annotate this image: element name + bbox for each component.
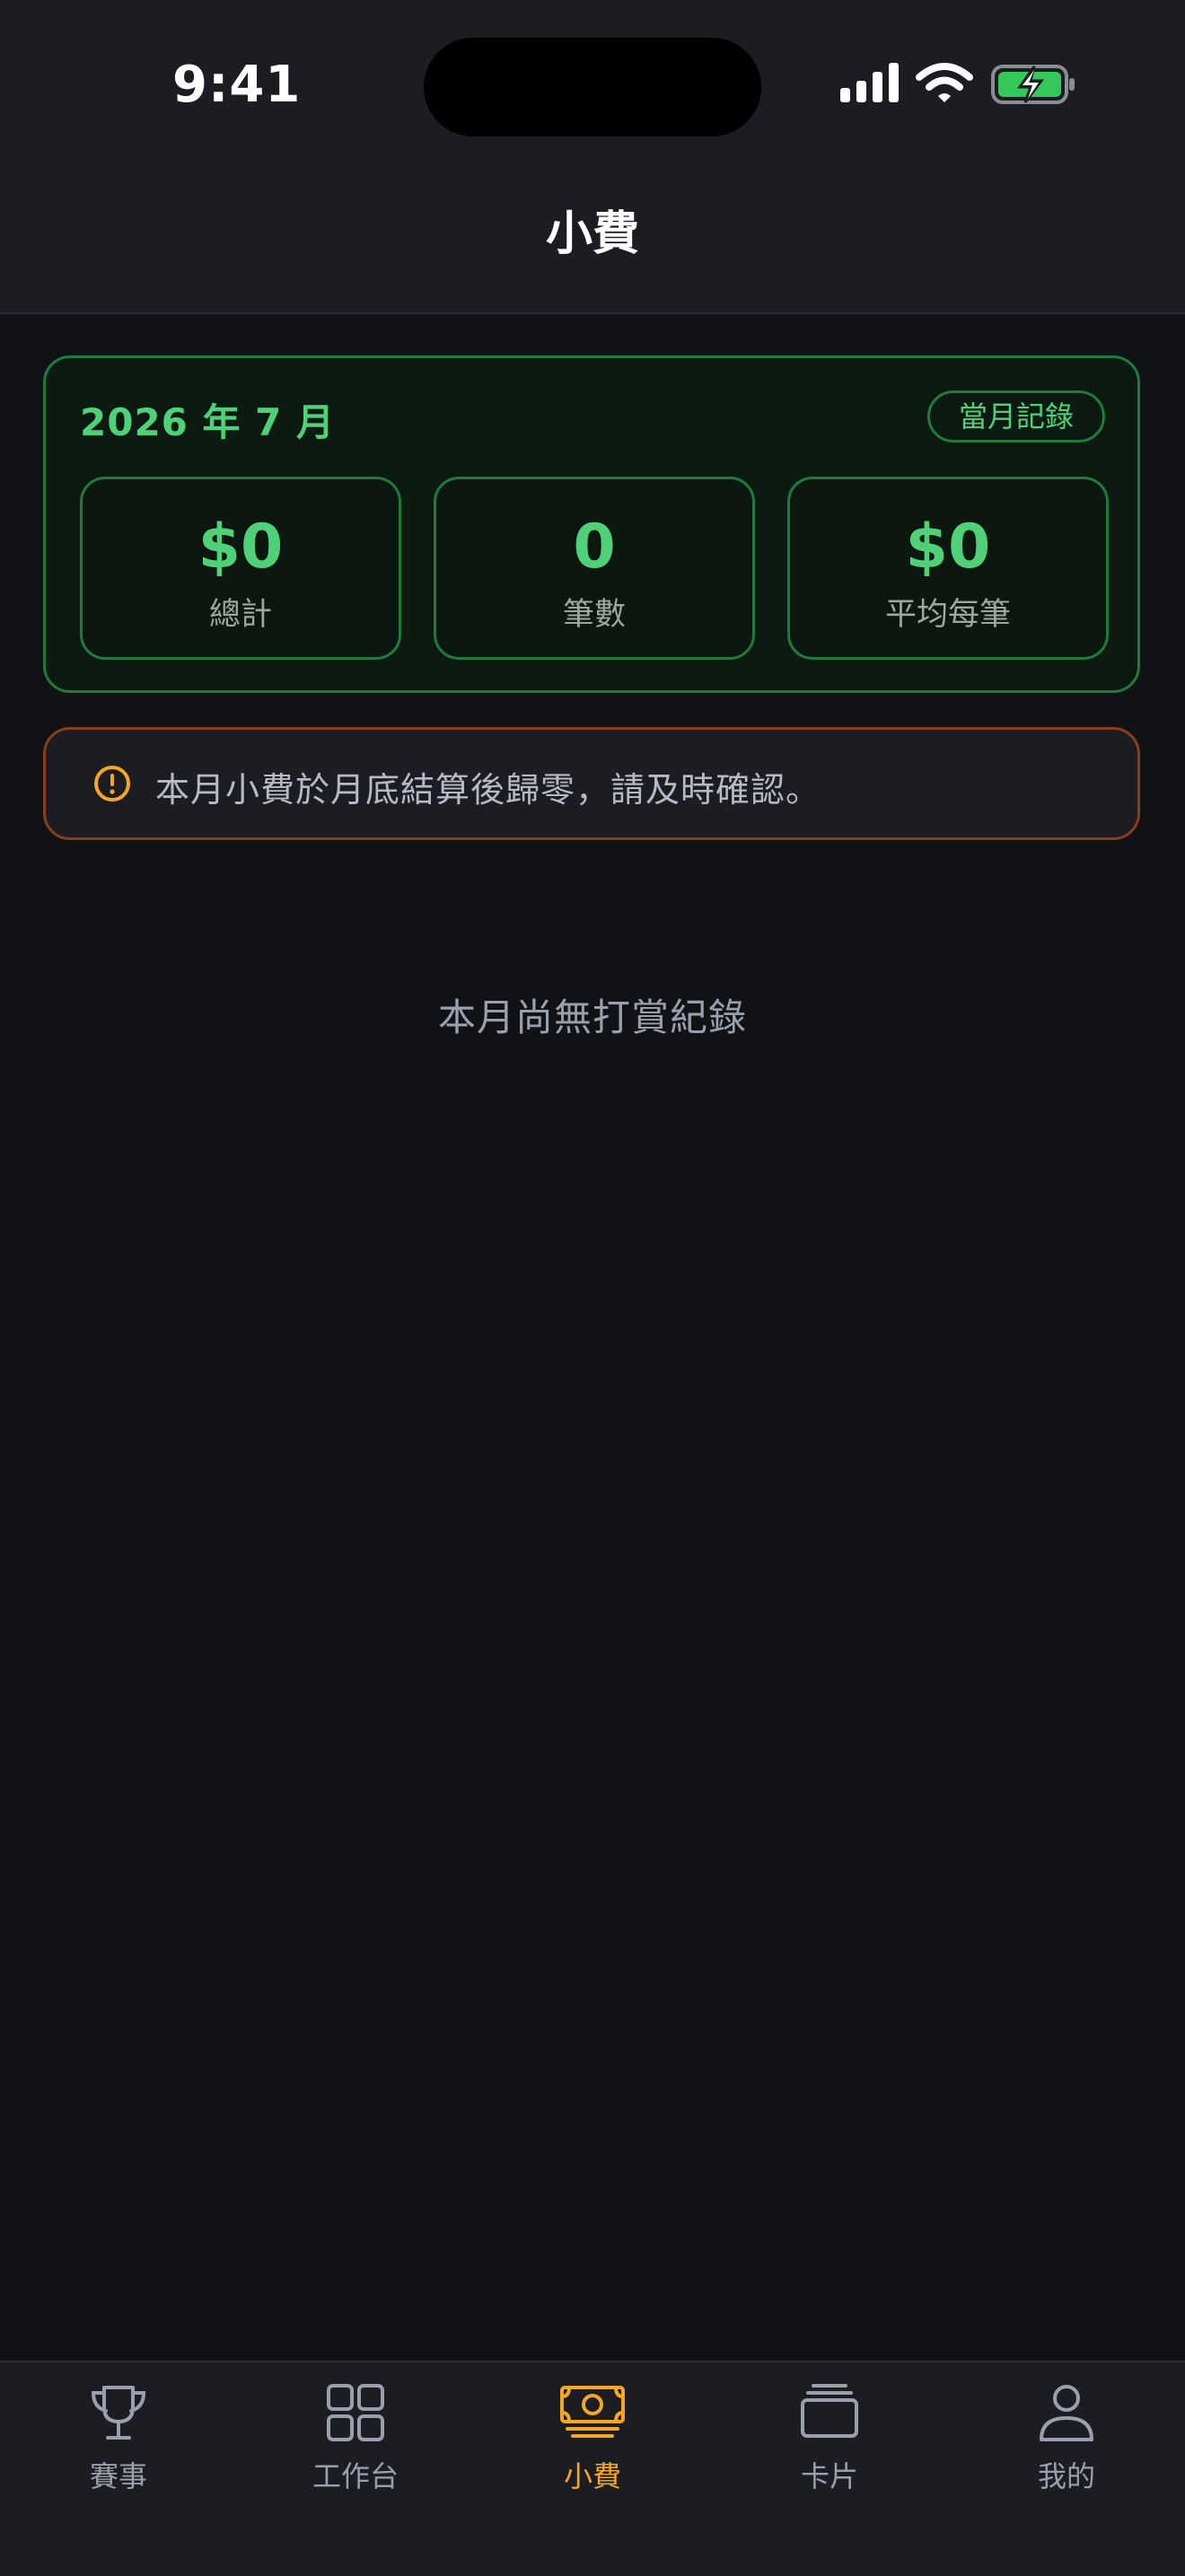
tab-workbench[interactable]: 工作台 [237, 2380, 474, 2515]
stat-total: $0 總計 [80, 477, 401, 660]
tab-tips[interactable]: 小費 [474, 2380, 711, 2515]
cards-icon [801, 2384, 858, 2438]
monthly-summary-card: 2026 年 7 月 當月記錄 $0 總計 0 筆數 $0 平均每筆 [43, 355, 1140, 693]
person-icon [1040, 2385, 1093, 2441]
page-title: 小費 [545, 207, 639, 261]
stat-total-label: 總計 [208, 597, 272, 633]
stat-average-value: $0 [905, 512, 991, 583]
battery-charging-icon [991, 65, 1075, 104]
notice-text: 本月小費於月底結算後歸零，請及時確認。 [155, 770, 821, 810]
stat-average: $0 平均每筆 [787, 477, 1109, 660]
top-bar: 9:41 小費 [0, 0, 1185, 314]
tab-events-label: 賽事 [89, 2459, 147, 2493]
empty-state-text: 本月尚無打賞紀錄 [437, 995, 747, 1039]
tab-cards[interactable]: 卡片 [711, 2380, 948, 2515]
settlement-notice: 本月小費於月底結算後歸零，請及時確認。 [43, 727, 1140, 840]
tab-cards-label: 卡片 [800, 2459, 858, 2493]
grid-icon [327, 2384, 384, 2441]
money-icon [560, 2386, 625, 2438]
status-time: 9:41 [172, 56, 302, 114]
stat-count-label: 筆數 [562, 597, 626, 633]
tab-bar: 賽事 工作台 小費 卡片 我的 [0, 2361, 1185, 2576]
tab-profile[interactable]: 我的 [948, 2380, 1185, 2515]
cellular-signal-icon [840, 63, 899, 102]
stat-count-value: 0 [573, 512, 616, 583]
tab-events[interactable]: 賽事 [0, 2380, 237, 2515]
dynamic-island [424, 38, 761, 136]
stat-average-label: 平均每筆 [884, 597, 1011, 633]
current-month-badge[interactable]: 當月記錄 [926, 390, 1105, 442]
tab-profile-label: 我的 [1037, 2459, 1095, 2493]
trophy-icon [91, 2386, 146, 2440]
tab-workbench-label: 工作台 [312, 2459, 399, 2493]
stat-total-value: $0 [198, 512, 284, 583]
summary-month: 2026 年 7 月 [80, 400, 335, 444]
tab-tips-label: 小費 [563, 2459, 621, 2493]
alert-circle-icon [94, 766, 130, 802]
stat-count: 0 筆數 [434, 477, 755, 660]
wifi-icon [916, 63, 973, 102]
